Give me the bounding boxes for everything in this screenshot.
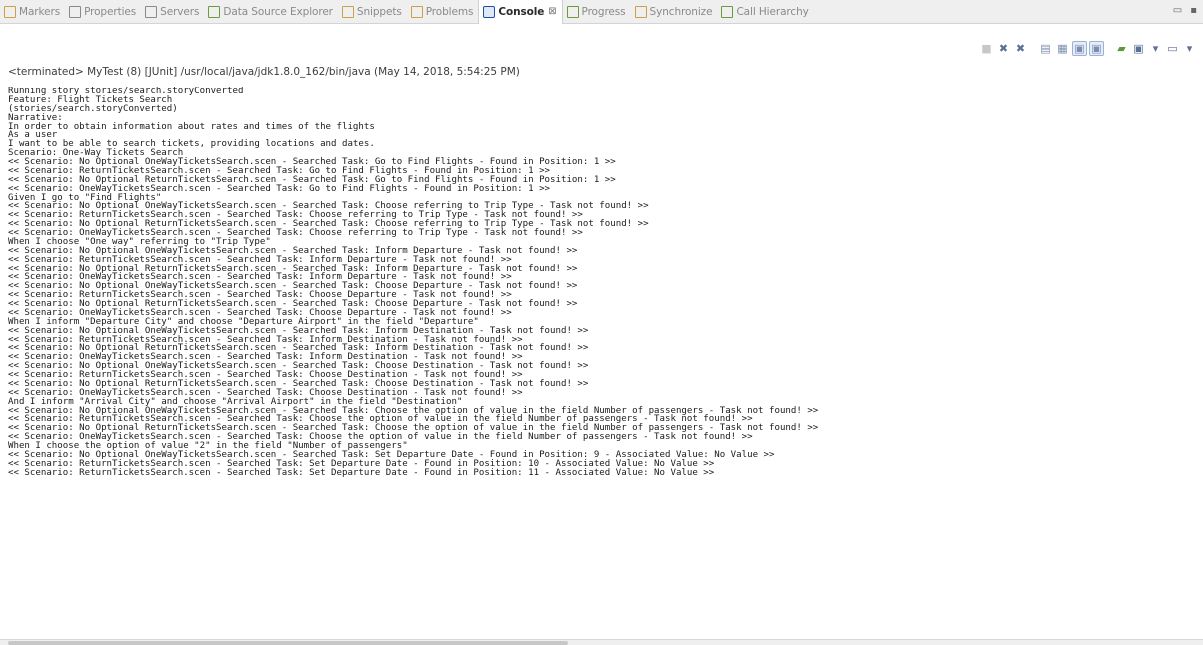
- tab-label: Synchronize: [649, 5, 713, 18]
- word-wrap-icon[interactable]: ▣: [1072, 40, 1087, 56]
- tab-label: Properties: [84, 5, 137, 18]
- progress-icon: [566, 5, 579, 18]
- console-line: << Scenario: ReturnTicketsSearch.scen - …: [8, 467, 715, 478]
- tab-label: Servers: [160, 5, 200, 18]
- terminate-icon[interactable]: ■: [979, 41, 994, 56]
- tab-label: Data Source Explorer: [223, 5, 333, 18]
- dropdown-arrow-icon[interactable]: ▾: [1148, 41, 1163, 56]
- console-line: << Scenario: OneWayTicketsSearch.scen - …: [8, 183, 551, 194]
- tab-synchronize[interactable]: Synchronize: [631, 0, 718, 24]
- problems-icon: [410, 5, 423, 18]
- tab-snippets[interactable]: Snippets: [338, 0, 407, 24]
- tab-markers[interactable]: Markers: [0, 0, 65, 24]
- close-tab-icon[interactable]: ⊠: [548, 6, 556, 17]
- display-console-icon[interactable]: ▣: [1131, 41, 1146, 56]
- tab-progress[interactable]: Progress: [563, 0, 631, 24]
- show-on-output-icon[interactable]: ▣: [1089, 40, 1104, 56]
- window-controls: ▭ ▪: [1173, 5, 1197, 16]
- open-console-icon[interactable]: ▭: [1165, 41, 1180, 56]
- tab-label: Snippets: [356, 5, 402, 18]
- remove-launch-icon[interactable]: ✖: [996, 41, 1011, 56]
- toolbar-separator: [1106, 41, 1112, 56]
- tab-call-hierarchy[interactable]: Call Hierarchy: [717, 0, 813, 24]
- scroll-lock-icon[interactable]: ▦: [1055, 41, 1070, 56]
- horizontal-scrollbar[interactable]: [0, 639, 1203, 645]
- tab-properties[interactable]: Properties: [65, 0, 141, 24]
- console-output[interactable]: Running story stories/search.storyConver…: [8, 87, 1194, 637]
- console-line: I want to be able to search tickets, pro…: [8, 139, 375, 150]
- remove-all-launches-icon[interactable]: ✖: [1013, 41, 1028, 56]
- view-tab-bar: Markers Properties Servers Data Source Expl…: [0, 0, 1203, 24]
- pin-console-icon[interactable]: ▰: [1114, 41, 1129, 56]
- dropdown-arrow-icon[interactable]: ▾: [1182, 41, 1197, 56]
- clear-console-icon[interactable]: ▤: [1038, 41, 1053, 56]
- tab-servers[interactable]: Servers: [141, 0, 204, 24]
- console-line: (stories/search.storyConverted): [8, 103, 178, 114]
- scrollbar-thumb[interactable]: [8, 641, 568, 645]
- servers-icon: [145, 5, 158, 18]
- console-line: Running story stories/search.storyConver…: [8, 87, 244, 96]
- tab-label: Progress: [581, 5, 626, 18]
- tab-problems[interactable]: Problems: [407, 0, 479, 24]
- console-toolbar: ■ ✖ ✖ ▤ ▦ ▣ ▣ ▰ ▣ ▾ ▭ ▾: [979, 40, 1197, 56]
- properties-icon: [69, 5, 82, 18]
- tab-console[interactable]: Console ⊠: [478, 0, 563, 24]
- tab-data-source-explorer[interactable]: Data Source Explorer: [204, 0, 338, 24]
- toolbar-separator: [1030, 41, 1036, 56]
- call-hierarchy-icon: [721, 5, 734, 18]
- tab-label: Console: [498, 5, 545, 18]
- tab-label: Markers: [19, 5, 61, 18]
- synchronize-icon: [634, 5, 647, 18]
- tab-label: Call Hierarchy: [736, 5, 809, 18]
- data-source-icon: [208, 5, 221, 18]
- maximize-icon[interactable]: ▪: [1190, 5, 1197, 16]
- snippets-icon: [341, 5, 354, 18]
- markers-icon: [4, 5, 16, 18]
- console-status-line: <terminated> MyTest (8) [JUnit] /usr/loc…: [8, 66, 520, 78]
- minimize-icon[interactable]: ▭: [1173, 5, 1182, 16]
- tab-label: Problems: [425, 5, 474, 18]
- console-icon: [483, 5, 496, 18]
- console-line: Feature: Flight Tickets Search: [8, 94, 173, 105]
- console-line: In order to obtain information about rat…: [8, 121, 375, 132]
